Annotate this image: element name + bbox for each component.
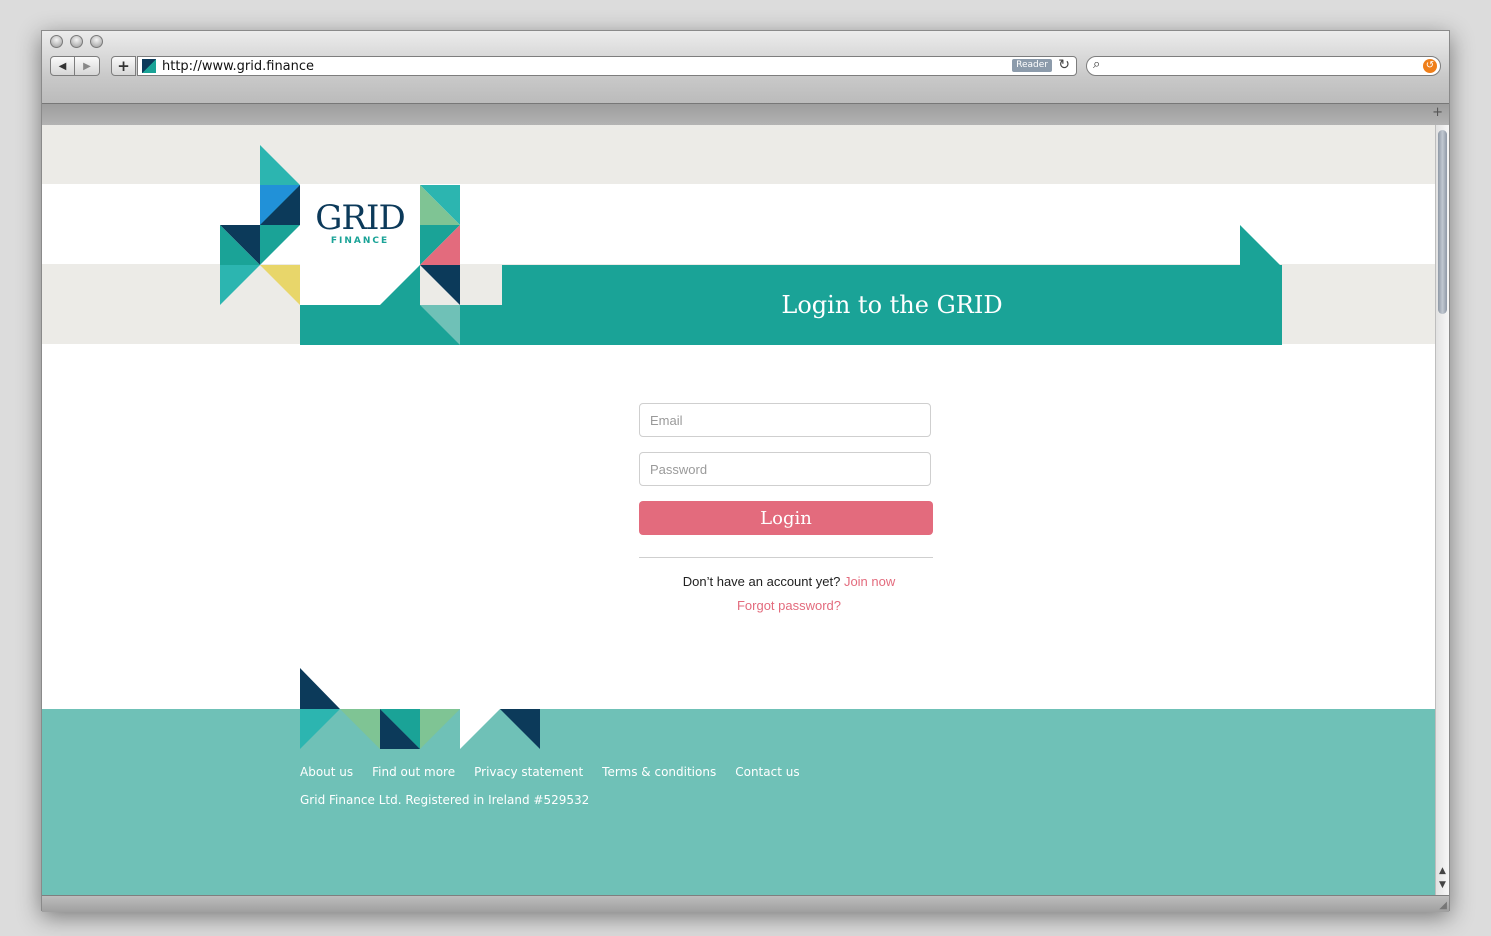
grid-logo[interactable]: GRID FINANCE [304,200,416,246]
footer-link-contact[interactable]: Contact us [735,765,799,779]
vertical-scrollbar[interactable]: ▲ ▼ [1435,125,1449,895]
site-favicon-icon [142,59,156,73]
url-text[interactable]: http://www.grid.finance [162,59,314,74]
footer-links: About us Find out more Privacy statement… [300,765,800,779]
reader-button[interactable]: Reader [1012,59,1052,72]
search-field[interactable]: ⌕ ↺ [1086,56,1441,76]
footer-link-about[interactable]: About us [300,765,353,779]
back-button[interactable]: ◀ [50,56,75,76]
page-viewport: GRID FINANCE Login to the GRID Login Don… [42,125,1435,895]
browser-window: ◀ ▶ + http://www.grid.finance Reader ↻ ⌕… [41,30,1450,912]
tab-bar: + [42,103,1449,126]
search-icon[interactable]: ⌕ [1093,57,1100,72]
join-now-link[interactable]: Join now [844,574,895,589]
email-field[interactable] [639,403,931,437]
window-controls [50,35,103,48]
minimize-window-button[interactable] [70,35,83,48]
scroll-down-arrow-icon[interactable]: ▼ [1436,879,1449,892]
form-divider [639,557,933,558]
scroll-up-arrow-icon[interactable]: ▲ [1436,865,1449,878]
page-title: Login to the GRID [781,291,1003,319]
address-bar[interactable]: http://www.grid.finance Reader ↻ [137,56,1077,76]
snapback-icon[interactable]: ↺ [1423,59,1437,73]
logo-wordmark: GRID [315,198,405,238]
footer-copyright: Grid Finance Ltd. Registered in Ireland … [300,793,590,807]
password-field[interactable] [639,452,931,486]
scrollbar-thumb[interactable] [1438,130,1447,314]
forgot-password-row: Forgot password? [639,598,939,613]
footer-link-find-out-more[interactable]: Find out more [372,765,455,779]
zoom-window-button[interactable] [90,35,103,48]
forgot-password-link[interactable]: Forgot password? [737,598,841,613]
status-bar: ◢ [42,895,1449,912]
add-bookmark-button[interactable]: + [111,56,136,76]
signup-prompt-text: Don’t have an account yet? [682,574,841,589]
reload-icon[interactable]: ↻ [1058,57,1070,73]
close-window-button[interactable] [50,35,63,48]
geometric-footer-pattern [300,668,540,749]
resize-grip-icon[interactable]: ◢ [1439,900,1447,911]
forward-button[interactable]: ▶ [75,56,100,76]
history-buttons: ◀ ▶ [50,56,100,76]
footer-link-terms[interactable]: Terms & conditions [602,765,716,779]
login-button[interactable]: Login [639,501,933,535]
browser-toolbar: ◀ ▶ + http://www.grid.finance Reader ↻ ⌕… [42,31,1449,126]
footer-link-privacy[interactable]: Privacy statement [474,765,583,779]
signup-prompt-row: Don’t have an account yet? Join now [639,574,939,589]
new-tab-button[interactable]: + [1432,105,1443,120]
